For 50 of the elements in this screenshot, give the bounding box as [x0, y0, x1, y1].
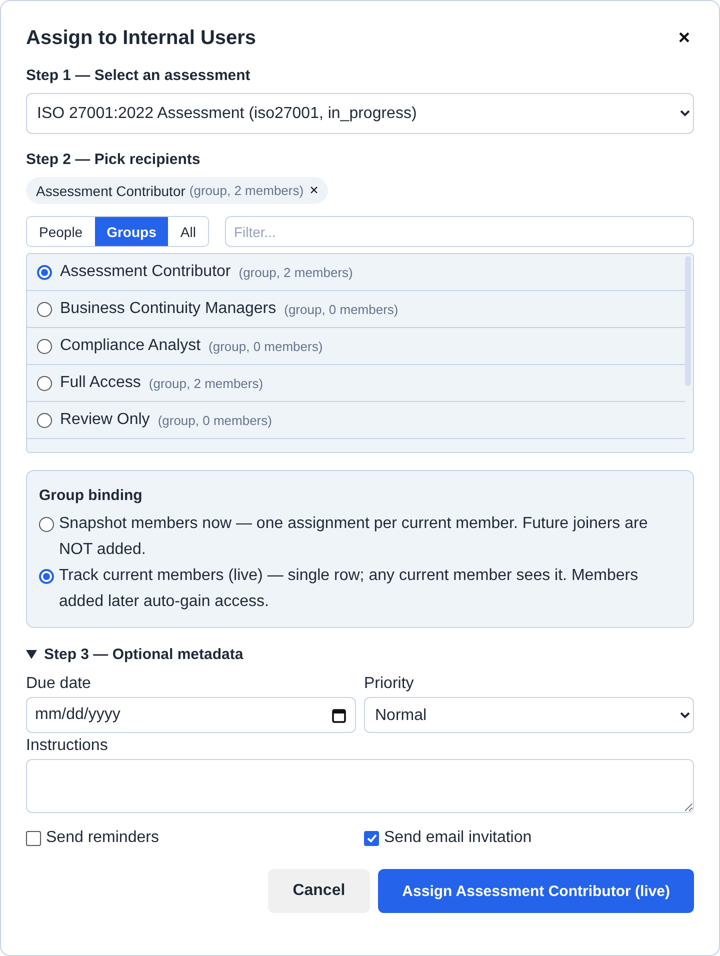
option-meta: (group, 0 members) — [284, 302, 398, 316]
priority-select[interactable]: Normal — [364, 697, 694, 733]
triangle-icon — [26, 650, 37, 660]
radio-button[interactable] — [37, 338, 52, 354]
section-toggle[interactable]: Step 3 — Optional metadata — [26, 646, 244, 663]
remove-button[interactable]: × — [308, 182, 318, 199]
checkbox-label: Send email invitation — [384, 829, 532, 847]
option-meta: (group, 0 members) — [208, 338, 323, 354]
date-field[interactable]: mm/dd/yyyy — [26, 697, 356, 733]
radio-button[interactable] — [37, 264, 52, 280]
checkbox[interactable] — [364, 830, 379, 846]
recipient-option[interactable]: Compliance Analyst (group, 0 members) — [27, 328, 685, 365]
chip-meta: (group, 2 members) — [189, 183, 304, 198]
step-label: Step 1 — Select an assessment — [26, 67, 252, 84]
recipient-option[interactable]: Assessment Contributor (group, 2 members) — [27, 254, 685, 291]
field-label: Due date — [26, 675, 92, 693]
option-label: Review Only — [60, 411, 150, 429]
radio-button[interactable] — [37, 376, 52, 390]
scrollbar[interactable] — [685, 254, 693, 452]
radio-button[interactable] — [37, 412, 52, 428]
cancel-button[interactable]: Cancel — [268, 869, 370, 913]
checkbox-label: Send reminders — [46, 829, 159, 847]
radio-button[interactable] — [39, 517, 54, 532]
option-label: Compliance Analyst — [60, 337, 201, 355]
field-label: Priority — [364, 675, 415, 693]
assign-button[interactable]: Assign Assessment Contributor (live) — [378, 869, 694, 913]
option-meta: (group, 2 members) — [238, 264, 353, 280]
filter-field[interactable]: Filter... — [224, 216, 694, 247]
close-button[interactable]: × — [674, 27, 694, 50]
chip-label: Assessment Contributor — [36, 182, 186, 198]
checkbox[interactable] — [26, 830, 41, 846]
option-label: Assessment Contributor — [60, 263, 231, 281]
radio-button[interactable] — [39, 569, 54, 584]
assessment-select[interactable]: ISO 27001:2022 Assessment (iso27001, in_progress) — [26, 93, 694, 134]
binding-option-label: Snapshot members now — one assignment per current member. Future joiners are NOT added. — [59, 514, 649, 560]
dialog-title: Assign to Internal Users — [26, 27, 256, 50]
option-meta: (group, 0 members) — [158, 412, 272, 428]
binding-option-label: Track current members (live) — single row; any current member sees it. Members added later auto-gain access. — [59, 566, 640, 612]
filter-tab[interactable]: Groups — [94, 217, 168, 246]
recipient-option[interactable]: Full Access (group, 2 members) — [27, 365, 685, 402]
step-label: Step 2 — Pick recipients — [26, 151, 202, 168]
field-label: Instructions — [26, 737, 109, 755]
recipient-option[interactable]: Review Only (group, 0 members) — [27, 402, 685, 439]
calendar-icon[interactable] — [332, 708, 346, 723]
panel-title: Group binding — [39, 486, 144, 506]
option-meta: (group, 2 members) — [148, 376, 264, 390]
recipient-option[interactable]: Business Continuity Managers (group, 0 members) — [27, 291, 685, 328]
option-label: Full Access — [60, 374, 141, 392]
radio-button[interactable] — [37, 302, 52, 316]
option-label: Business Continuity Managers — [60, 300, 276, 318]
